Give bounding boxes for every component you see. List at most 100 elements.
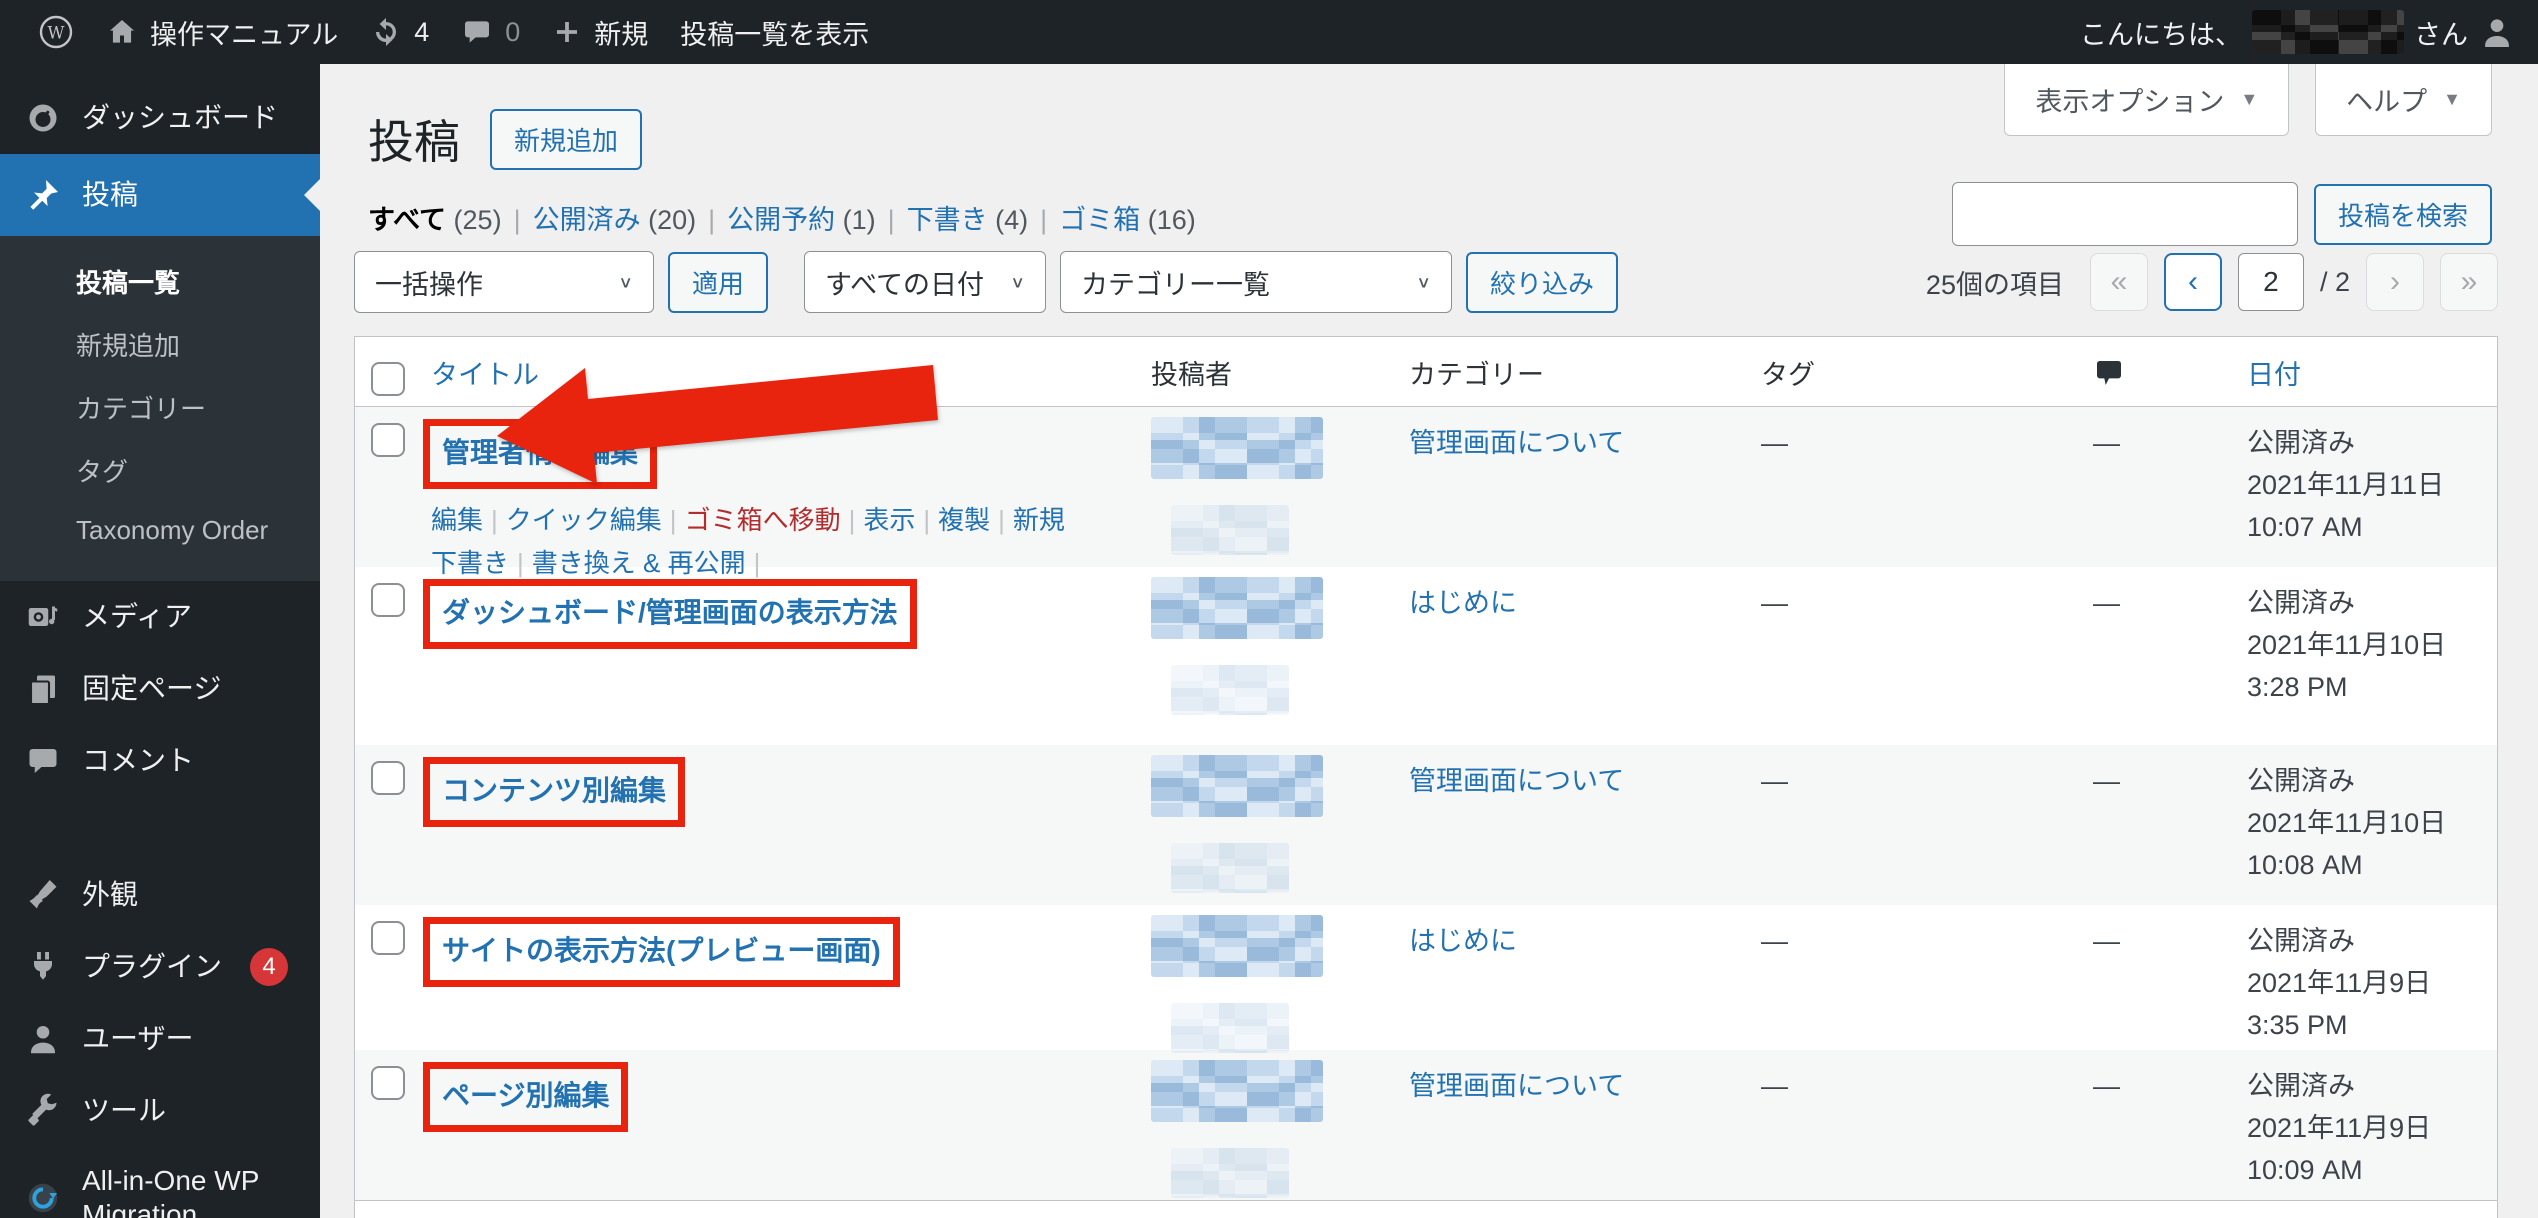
row-checkbox[interactable] [371, 761, 405, 795]
action-separator: | [491, 505, 498, 535]
pages-icon [24, 670, 62, 708]
greeting-suffix: さん [2414, 13, 2468, 52]
comments-empty-dash: — [2093, 766, 2120, 796]
select-all-checkbox[interactable] [371, 362, 405, 396]
filter-link[interactable]: ゴミ箱 (16) [1059, 205, 1196, 235]
site-name-menu[interactable]: 操作マニュアル [90, 0, 354, 64]
table-row: サイトの表示方法(プレビュー画面)はじめに——公開済み2021年11月9日 3:… [355, 905, 2497, 1050]
help-button[interactable]: ヘルプ ▼ [2315, 64, 2492, 136]
submenu-item[interactable]: 新規追加 [0, 313, 320, 376]
post-title-link[interactable]: 管理者情報編集 [442, 437, 638, 468]
post-title-link[interactable]: ダッシュボード/管理画面の表示方法 [442, 597, 898, 628]
post-title-link[interactable]: サイトの表示方法(プレビュー画面) [442, 935, 881, 966]
row-action-link[interactable]: 表示 [863, 505, 915, 535]
filter-separator: | [888, 205, 895, 235]
filter-link[interactable]: 公開予約 (1) [727, 205, 876, 235]
sidebar-item-pushpin[interactable]: 投稿 [0, 154, 320, 236]
post-title-link[interactable]: コンテンツ別編集 [442, 775, 666, 806]
comments-empty-dash: — [2093, 1071, 2120, 1101]
media-icon [24, 598, 62, 636]
category-link[interactable]: 管理画面について [1409, 428, 1624, 458]
filter-link[interactable]: 下書き (4) [907, 205, 1029, 235]
table-row: 管理者情報編集編集|クイック編集|ゴミ箱へ移動|表示|複製|新規下書き|書き換え… [355, 407, 2497, 567]
last-page-button[interactable]: » [2440, 253, 2498, 311]
apply-button[interactable]: 適用 [668, 252, 768, 313]
row-checkbox[interactable] [371, 1066, 405, 1100]
table-row: ダッシュボード/管理画面の表示方法はじめに——公開済み2021年11月10日 3… [355, 567, 2497, 745]
row-action-link[interactable]: クイック編集 [506, 505, 662, 535]
blurred-author-secondary [1171, 1003, 1289, 1053]
filter-link[interactable]: 公開済み (20) [533, 205, 697, 235]
date-filter-select[interactable]: すべての日付 ∨ [804, 251, 1046, 313]
search-posts-button[interactable]: 投稿を検索 [2314, 184, 2492, 245]
sidebar-item-appearance[interactable]: 外観 [0, 859, 320, 931]
filter-link[interactable]: すべて (25) [368, 205, 502, 235]
sidebar-item-users[interactable]: ユーザー [0, 1003, 320, 1075]
posts-submenu: 投稿一覧新規追加カテゴリータグTaxonomy Order [0, 236, 320, 581]
row-checkbox[interactable] [371, 583, 405, 617]
add-new-button[interactable]: 新規追加 [490, 109, 642, 170]
sidebar-item-migration[interactable]: All-in-One WP Migration [0, 1147, 320, 1218]
dashboard-icon [24, 99, 62, 137]
sidebar-item-pages[interactable]: 固定ページ [0, 653, 320, 725]
chevron-down-icon: ∨ [618, 272, 633, 292]
filter-separator: | [514, 205, 521, 235]
blurred-author [1151, 417, 1323, 479]
table-row: ページ別編集管理画面について——公開済み2021年11月9日 10:09 AM [355, 1050, 2497, 1200]
red-annotation-box: 管理者情報編集 [423, 419, 657, 489]
sidebar-item-plugins[interactable]: プラグイン4 [0, 931, 320, 1003]
submenu-item[interactable]: タグ [0, 439, 320, 502]
updates-menu[interactable]: 4 [354, 0, 445, 64]
main-content: 表示オプション ▼ ヘルプ ▼ 投稿 新規追加 すべて (25)|公開済み (2… [320, 64, 2538, 1218]
category-link[interactable]: はじめに [1409, 588, 1517, 618]
blurred-author [1151, 915, 1323, 977]
admin-bar: W 操作マニュアル 4 0 新規 投稿一覧を表示 こんにちは、 さん [0, 0, 2538, 64]
column-tags: タグ [1745, 337, 2035, 406]
row-checkbox[interactable] [371, 921, 405, 955]
sidebar-item-dashboard[interactable]: ダッシュボード [0, 82, 320, 154]
row-action-link[interactable]: ゴミ箱へ移動 [685, 505, 841, 535]
comments-menu[interactable]: 0 [445, 0, 536, 64]
row-checkbox[interactable] [371, 423, 405, 457]
column-tags: タグ [1745, 1201, 2035, 1218]
sidebar-item-tools[interactable]: ツール [0, 1075, 320, 1147]
bulk-action-select[interactable]: 一括操作 ∨ [354, 251, 654, 313]
prev-page-button[interactable]: ‹ [2164, 253, 2222, 311]
tags-empty-dash: — [1761, 1071, 1788, 1101]
view-posts-link[interactable]: 投稿一覧を表示 [664, 0, 885, 64]
current-page-input[interactable] [2238, 253, 2304, 311]
wp-logo-menu[interactable]: W [22, 0, 90, 64]
new-menu[interactable]: 新規 [536, 0, 664, 64]
red-annotation-box: コンテンツ別編集 [423, 757, 685, 827]
tags-empty-dash: — [1761, 926, 1788, 956]
row-action-link[interactable]: 複製 [938, 505, 990, 535]
category-link[interactable]: 管理画面について [1409, 1071, 1624, 1101]
comments-count: 0 [505, 17, 520, 48]
column-date-sort[interactable]: 日付 [2247, 353, 2301, 392]
post-title-link[interactable]: ページ別編集 [442, 1080, 609, 1111]
posts-table: タイトル 投稿者 カテゴリー タグ 日付 管理者情報編集編集 | クイック編集 | ゴミ… [354, 336, 2498, 1218]
category-link[interactable]: はじめに [1409, 926, 1517, 956]
search-input[interactable] [1952, 182, 2298, 246]
submenu-item[interactable]: 投稿一覧 [0, 250, 320, 313]
next-page-button[interactable]: › [2366, 253, 2424, 311]
sidebar-item-media[interactable]: メディア [0, 581, 320, 653]
active-item-arrow [288, 179, 320, 211]
screen-options-button[interactable]: 表示オプション ▼ [2004, 64, 2289, 136]
row-action-link[interactable]: 編集 [431, 505, 483, 535]
column-title-sort[interactable]: タイトル [431, 353, 539, 392]
filter-button[interactable]: 絞り込み [1466, 252, 1618, 313]
post-date: 2021年11月10日 10:08 AM [2247, 803, 2481, 887]
table-footer: タイトル 投稿者 カテゴリー タグ 日付 [355, 1200, 2497, 1218]
column-category: カテゴリー [1393, 1201, 1745, 1218]
category-link[interactable]: 管理画面について [1409, 766, 1624, 796]
submenu-item[interactable]: カテゴリー [0, 376, 320, 439]
action-separator: | [998, 505, 1005, 535]
category-filter-select[interactable]: カテゴリー一覧 ∨ [1060, 251, 1452, 313]
users-icon [24, 1020, 62, 1058]
my-account-menu[interactable]: こんにちは、 さん [2080, 10, 2516, 54]
submenu-item[interactable]: Taxonomy Order [0, 502, 320, 559]
first-page-button[interactable]: « [2090, 253, 2148, 311]
filter-count: (4) [995, 205, 1028, 235]
sidebar-item-comments[interactable]: コメント [0, 725, 320, 797]
